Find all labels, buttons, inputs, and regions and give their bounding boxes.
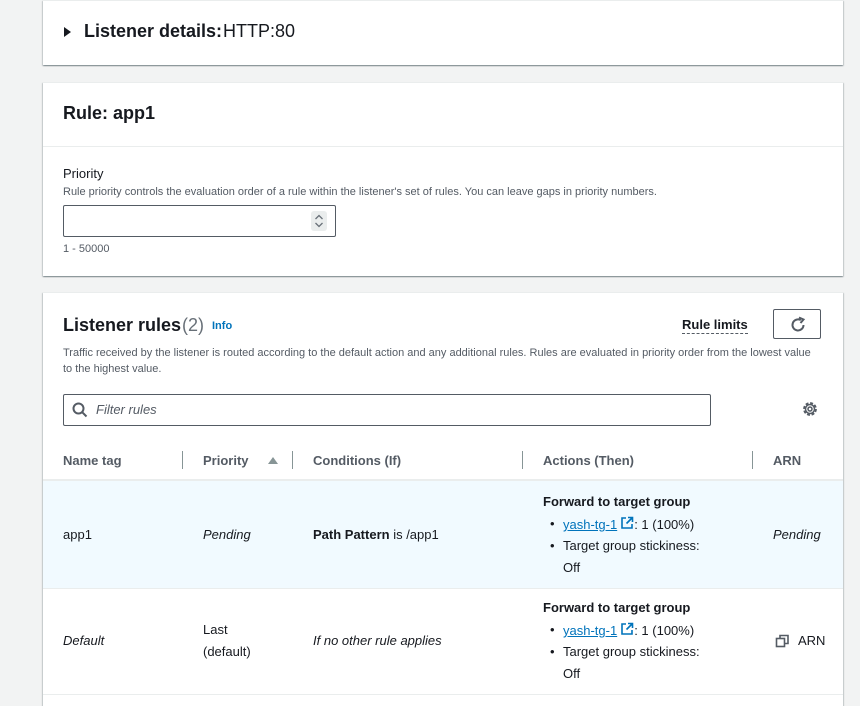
- target-group-weight: : 1 (100%): [634, 517, 695, 532]
- listener-details-title[interactable]: Listener details:: [84, 21, 222, 42]
- target-group-weight: : 1 (100%): [634, 623, 695, 638]
- target-group-item: yash-tg-1 : 1 (100%): [550, 622, 695, 638]
- copy-icon: [775, 634, 789, 648]
- priority-input[interactable]: [63, 205, 336, 237]
- rule-arn: Pending: [773, 527, 821, 542]
- refresh-icon: [791, 316, 806, 332]
- column-divider[interactable]: [292, 451, 293, 469]
- arn-label: ARN: [798, 633, 826, 648]
- filter-rules-placeholder: Filter rules: [96, 402, 157, 417]
- stickiness-label: Target group stickiness:: [550, 644, 700, 659]
- target-group-link[interactable]: yash-tg-1: [563, 623, 617, 638]
- table-row[interactable]: Default Last (default) If no other rule …: [43, 587, 843, 695]
- target-group-link[interactable]: yash-tg-1: [563, 517, 617, 532]
- condition-key: Path Pattern: [313, 527, 390, 542]
- stickiness-value: Off: [563, 560, 581, 575]
- search-icon: [72, 402, 88, 418]
- copy-arn-button[interactable]: ARN: [775, 633, 825, 648]
- listener-details-value: HTTP:80: [223, 21, 296, 41]
- expand-caret-icon[interactable]: [64, 27, 71, 37]
- listener-rules-panel: Listener rules (2) Info Rule limits Traf…: [43, 292, 843, 706]
- column-header-conditions[interactable]: Conditions (If): [313, 453, 401, 468]
- info-link[interactable]: Info: [212, 320, 232, 332]
- rule-priority: Pending: [203, 527, 251, 542]
- rule-panel: Rule: app1 Priority Rule priority contro…: [43, 82, 843, 276]
- rule-title: Rule: app1: [63, 103, 156, 123]
- number-stepper-icon[interactable]: [311, 211, 327, 231]
- rule-priority-line2: (default): [203, 644, 251, 659]
- condition-value: is /app1: [389, 527, 439, 542]
- target-group-item: yash-tg-1 : 1 (100%): [550, 516, 695, 532]
- column-divider[interactable]: [522, 451, 523, 469]
- stickiness-value: Off: [563, 666, 581, 681]
- action-title: Forward to target group: [543, 494, 691, 509]
- rule-condition: Path Pattern is /app1: [313, 527, 439, 542]
- external-link-icon[interactable]: [620, 622, 634, 636]
- column-divider[interactable]: [752, 451, 753, 469]
- stickiness-label: Target group stickiness:: [550, 538, 700, 553]
- column-header-arn[interactable]: ARN: [773, 453, 801, 468]
- rule-limits-link[interactable]: Rule limits: [682, 317, 748, 334]
- priority-range-hint: 1 - 50000: [63, 243, 110, 255]
- priority-description: Rule priority controls the evaluation or…: [63, 186, 657, 198]
- rule-name: Default: [63, 633, 105, 648]
- rule-condition: If no other rule applies: [313, 633, 442, 648]
- column-header-name-tag[interactable]: Name tag: [63, 453, 122, 468]
- rule-priority-line1: Last: [203, 622, 228, 637]
- listener-rules-title: Listener rules: [63, 315, 182, 335]
- rule-panel-header: Rule: app1: [43, 83, 843, 147]
- rule-name: app1: [63, 527, 92, 542]
- action-title: Forward to target group: [543, 600, 691, 615]
- listener-rules-description: Traffic received by the listener is rout…: [63, 347, 811, 375]
- sort-ascending-icon[interactable]: [268, 457, 278, 464]
- refresh-button[interactable]: [773, 309, 821, 339]
- column-divider[interactable]: [182, 451, 183, 469]
- listener-details-panel: Listener details: HTTP:80: [43, 0, 843, 65]
- gear-icon[interactable]: [801, 400, 819, 418]
- external-link-icon[interactable]: [620, 516, 634, 530]
- column-header-priority[interactable]: Priority: [203, 453, 249, 468]
- table-row[interactable]: app1 Pending Path Pattern is /app1 Forwa…: [43, 480, 843, 589]
- listener-rules-count: (2): [182, 315, 204, 335]
- filter-rules-input[interactable]: Filter rules: [63, 394, 711, 426]
- column-header-actions[interactable]: Actions (Then): [543, 453, 634, 468]
- table-header: Name tag Priority Conditions (If) Action…: [43, 441, 843, 480]
- priority-label: Priority: [63, 166, 104, 181]
